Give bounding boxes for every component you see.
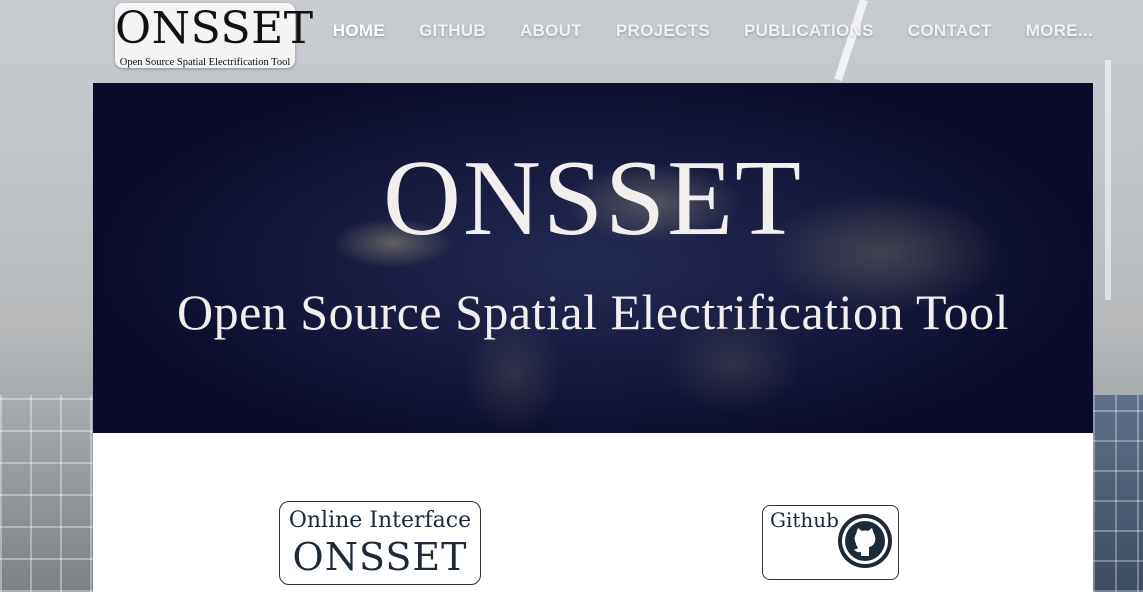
nav-contact[interactable]: CONTACT — [908, 21, 992, 41]
online-interface-button[interactable]: Online Interface ONSSET — [279, 501, 481, 585]
hero-banner: ONSSET Open Source Spatial Electrificati… — [93, 83, 1093, 433]
nav-home[interactable]: HOME — [333, 21, 385, 41]
github-icon — [838, 514, 892, 568]
online-interface-label: Online Interface — [288, 508, 472, 533]
background-solar-panels-left — [0, 395, 93, 592]
logo-subtitle: Open Source Spatial Electrification Tool — [119, 57, 291, 68]
github-label: Github — [770, 508, 839, 532]
online-interface-title: ONSSET — [292, 535, 468, 579]
content-area: Online Interface ONSSET Github — [93, 433, 1093, 592]
hero-subtitle: Open Source Spatial Electrification Tool — [176, 284, 1009, 340]
github-button[interactable]: Github — [762, 505, 899, 580]
nav-github[interactable]: GITHUB — [419, 21, 486, 41]
background-turbine-tower — [1105, 60, 1111, 300]
site-logo[interactable]: ONSSET Open Source Spatial Electrificati… — [115, 3, 314, 68]
background-solar-panels-right — [1093, 395, 1143, 592]
hero-title: ONSSET — [382, 139, 804, 258]
nav-more[interactable]: MORE... — [1026, 21, 1093, 41]
nav-publications[interactable]: PUBLICATIONS — [744, 21, 874, 41]
nav-projects[interactable]: PROJECTS — [616, 21, 710, 41]
nav-about[interactable]: ABOUT — [520, 21, 582, 41]
main-nav: HOME GITHUB ABOUT PROJECTS PUBLICATIONS … — [333, 21, 1093, 41]
logo-title: ONSSET — [115, 3, 314, 54]
